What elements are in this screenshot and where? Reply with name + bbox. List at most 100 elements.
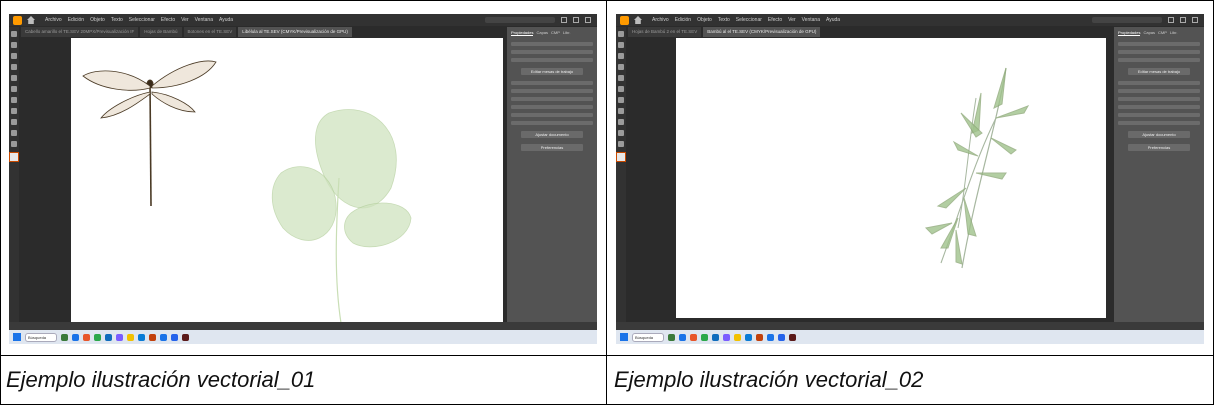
taskbar-app-icon[interactable] — [116, 333, 123, 341]
brush-tool-icon[interactable] — [618, 64, 624, 70]
menu-texto[interactable]: Texto — [718, 17, 730, 23]
menu-objeto[interactable]: Objeto — [697, 17, 712, 23]
taskbar-app-icon[interactable] — [171, 333, 178, 341]
type-tool-icon[interactable] — [618, 75, 624, 81]
taskbar-app-icon[interactable] — [679, 333, 686, 341]
shape-tool-icon[interactable] — [11, 86, 17, 92]
taskbar-app-icon[interactable] — [701, 333, 708, 341]
menu-edicion[interactable]: Edición — [68, 17, 84, 23]
tab-cmp[interactable]: CMP — [1158, 30, 1167, 36]
preferences-button[interactable]: Preferencias — [521, 144, 583, 151]
taskbar-app-icon[interactable] — [734, 333, 741, 341]
tab-document[interactable]: Botones en el TE.SEV — [183, 27, 237, 37]
taskbar-app-icon[interactable] — [138, 333, 145, 341]
taskbar-app-icon[interactable] — [778, 333, 785, 341]
pen-tool-icon[interactable] — [11, 53, 17, 59]
taskbar-search[interactable]: Búsqueda — [25, 332, 57, 342]
taskbar-search[interactable]: Búsqueda — [632, 332, 664, 342]
taskbar-app-icon[interactable] — [94, 333, 101, 341]
taskbar-app-icon[interactable] — [712, 333, 719, 341]
tab-document[interactable]: Hojas de Bambú — [140, 27, 182, 37]
hand-tool-icon[interactable] — [11, 130, 17, 136]
tab-document-active[interactable]: Libélula al TE.SEV (CMYK/Previsualizació… — [238, 27, 352, 37]
maximize-icon[interactable] — [573, 17, 579, 23]
fill-stroke-swatch[interactable] — [9, 152, 19, 162]
minimize-icon[interactable] — [1168, 17, 1174, 23]
rotate-tool-icon[interactable] — [11, 97, 17, 103]
close-icon[interactable] — [1192, 17, 1198, 23]
taskbar-app-icon[interactable] — [745, 333, 752, 341]
edit-artboards-button[interactable]: Editar mesas de trabajo — [521, 68, 583, 75]
menu-ventana[interactable]: Ventana — [802, 17, 820, 23]
menu-archivo[interactable]: Archivo — [45, 17, 62, 23]
taskbar-app-icon[interactable] — [127, 333, 134, 341]
tab-libr[interactable]: Libr. — [1170, 30, 1178, 36]
home-icon[interactable] — [634, 16, 642, 24]
taskbar-app-icon[interactable] — [756, 333, 763, 341]
search-input[interactable] — [485, 17, 555, 23]
tab-libr[interactable]: Libr. — [563, 30, 571, 36]
search-input[interactable] — [1092, 17, 1162, 23]
menu-ventana[interactable]: Ventana — [195, 17, 213, 23]
menu-edicion[interactable]: Edición — [675, 17, 691, 23]
taskbar-app-icon[interactable] — [182, 333, 189, 341]
zoom-tool-icon[interactable] — [618, 141, 624, 147]
brush-tool-icon[interactable] — [11, 64, 17, 70]
tab-propiedades[interactable]: Propiedades — [1118, 30, 1141, 36]
taskbar-app-icon[interactable] — [72, 333, 79, 341]
menu-texto[interactable]: Texto — [111, 17, 123, 23]
direct-selection-tool-icon[interactable] — [11, 42, 17, 48]
scale-tool-icon[interactable] — [11, 108, 17, 114]
windows-start-icon[interactable] — [620, 333, 628, 341]
shape-tool-icon[interactable] — [618, 86, 624, 92]
preferences-button[interactable]: Preferencias — [1128, 144, 1190, 151]
menu-efecto[interactable]: Efecto — [768, 17, 782, 23]
document-setup-button[interactable]: Ajustar documento — [521, 131, 583, 138]
tab-propiedades[interactable]: Propiedades — [511, 30, 534, 36]
tab-document[interactable]: Cabello amarillo el TE.SEV 20MPX/Previsu… — [21, 27, 139, 37]
taskbar-app-icon[interactable] — [61, 333, 68, 341]
taskbar-app-icon[interactable] — [723, 333, 730, 341]
artboard[interactable] — [71, 38, 503, 324]
taskbar-app-icon[interactable] — [160, 333, 167, 341]
fill-stroke-swatch[interactable] — [616, 152, 626, 162]
taskbar-app-icon[interactable] — [789, 333, 796, 341]
windows-start-icon[interactable] — [13, 333, 21, 341]
taskbar-app-icon[interactable] — [83, 333, 90, 341]
selection-tool-icon[interactable] — [11, 31, 17, 37]
document-setup-button[interactable]: Ajustar documento — [1128, 131, 1190, 138]
menu-archivo[interactable]: Archivo — [652, 17, 669, 23]
maximize-icon[interactable] — [1180, 17, 1186, 23]
menu-ayuda[interactable]: Ayuda — [826, 17, 840, 23]
home-icon[interactable] — [27, 16, 35, 24]
zoom-tool-icon[interactable] — [11, 141, 17, 147]
taskbar-app-icon[interactable] — [690, 333, 697, 341]
eyedropper-tool-icon[interactable] — [11, 119, 17, 125]
taskbar-app-icon[interactable] — [668, 333, 675, 341]
menu-seleccionar[interactable]: Seleccionar — [736, 17, 762, 23]
tab-document[interactable]: Hojas de Bambú 2 en el TE.SEV — [628, 27, 702, 37]
taskbar-app-icon[interactable] — [149, 333, 156, 341]
menu-ayuda[interactable]: Ayuda — [219, 17, 233, 23]
taskbar-app-icon[interactable] — [767, 333, 774, 341]
menu-ver[interactable]: Ver — [181, 17, 189, 23]
eyedropper-tool-icon[interactable] — [618, 119, 624, 125]
taskbar-app-icon[interactable] — [105, 333, 112, 341]
tab-capas[interactable]: Capas — [536, 30, 548, 36]
direct-selection-tool-icon[interactable] — [618, 42, 624, 48]
edit-artboards-button[interactable]: Editar mesas de trabajo — [1128, 68, 1190, 75]
pen-tool-icon[interactable] — [618, 53, 624, 59]
menu-objeto[interactable]: Objeto — [90, 17, 105, 23]
scale-tool-icon[interactable] — [618, 108, 624, 114]
minimize-icon[interactable] — [561, 17, 567, 23]
tab-cmp[interactable]: CMP — [551, 30, 560, 36]
menu-seleccionar[interactable]: Seleccionar — [129, 17, 155, 23]
type-tool-icon[interactable] — [11, 75, 17, 81]
selection-tool-icon[interactable] — [618, 31, 624, 37]
hand-tool-icon[interactable] — [618, 130, 624, 136]
artboard[interactable] — [676, 38, 1106, 318]
menu-ver[interactable]: Ver — [788, 17, 796, 23]
tab-capas[interactable]: Capas — [1143, 30, 1155, 36]
menu-efecto[interactable]: Efecto — [161, 17, 175, 23]
close-icon[interactable] — [585, 17, 591, 23]
